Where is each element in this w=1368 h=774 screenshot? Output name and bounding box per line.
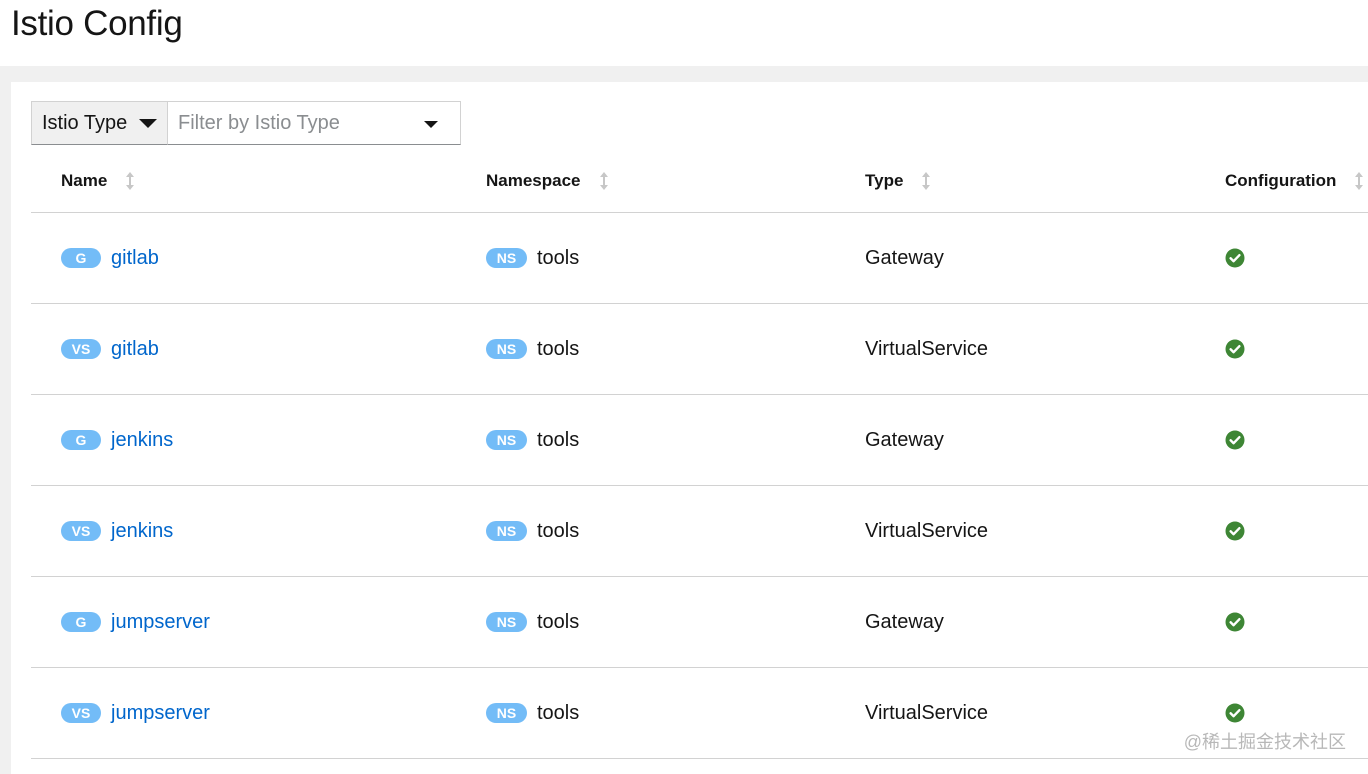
- type-cell: VirtualService: [865, 486, 988, 576]
- page-title: Istio Config: [11, 4, 183, 43]
- column-header-namespace-label: Namespace: [486, 171, 581, 190]
- namespace-badge: NS: [486, 430, 527, 450]
- column-header-type-label: Type: [865, 171, 904, 190]
- config-name-link[interactable]: gitlab: [111, 338, 159, 361]
- namespace-text: tools: [537, 610, 580, 633]
- resource-type-badge: G: [61, 430, 101, 450]
- column-header-name[interactable]: Name: [61, 171, 135, 191]
- configuration-cell: [1225, 486, 1245, 576]
- name-cell: VS jenkins: [61, 486, 173, 576]
- type-text: Gateway: [865, 428, 944, 451]
- namespace-text: tools: [537, 337, 580, 360]
- config-name-link[interactable]: jenkins: [111, 429, 173, 452]
- page-header: Istio Config: [0, 0, 1368, 66]
- namespace-badge: NS: [486, 248, 527, 268]
- filter-type-select[interactable]: Istio Type: [31, 101, 168, 145]
- type-text: Gateway: [865, 246, 944, 269]
- name-cell: Gjenkins: [61, 395, 173, 485]
- table-row: Ggitlab NS tools Gateway: [31, 213, 1368, 304]
- resource-type-badge: VS: [61, 339, 101, 359]
- type-text: VirtualService: [865, 337, 989, 360]
- name-cell: VS jumpserver: [61, 668, 210, 758]
- type-cell: VirtualService: [865, 304, 988, 394]
- name-cell: Gjumpserver: [61, 577, 210, 667]
- resource-type-badge: G: [61, 612, 101, 632]
- configuration-cell: [1225, 304, 1245, 394]
- sort-icon[interactable]: [125, 172, 135, 190]
- name-cell: VS gitlab: [61, 304, 159, 394]
- column-header-type[interactable]: Type: [865, 171, 931, 191]
- namespace-cell: NS tools: [486, 577, 579, 667]
- table-row: Gjenkins NS tools Gateway: [31, 395, 1368, 486]
- namespace-cell: NS tools: [486, 304, 579, 394]
- namespace-text: tools: [537, 246, 580, 269]
- config-name-link[interactable]: gitlab: [111, 247, 159, 270]
- istio-type-filter-input[interactable]: Filter by Istio Type: [168, 101, 461, 145]
- istio-type-filter-placeholder: Filter by Istio Type: [178, 111, 340, 134]
- config-list-card: Istio Type Filter by Istio Type Name Nam…: [11, 82, 1368, 774]
- type-cell: Gateway: [865, 213, 944, 303]
- namespace-cell: NS tools: [486, 668, 579, 758]
- type-text: VirtualService: [865, 701, 989, 724]
- check-circle-icon[interactable]: [1225, 248, 1245, 268]
- type-cell: Gateway: [865, 577, 944, 667]
- type-text: VirtualService: [865, 519, 989, 542]
- check-circle-icon[interactable]: [1225, 703, 1245, 723]
- config-name-link[interactable]: jumpserver: [111, 611, 210, 634]
- type-text: Gateway: [865, 610, 944, 633]
- caret-down-icon: [139, 118, 158, 128]
- namespace-text: tools: [537, 701, 580, 724]
- resource-type-badge: G: [61, 248, 101, 268]
- namespace-text: tools: [537, 428, 580, 451]
- type-cell: Gateway: [865, 395, 944, 485]
- namespace-cell: NS tools: [486, 486, 579, 576]
- table-row: VS jumpserver NS tools VirtualService: [31, 668, 1368, 759]
- check-circle-icon[interactable]: [1225, 430, 1245, 450]
- namespace-text: tools: [537, 519, 580, 542]
- filter-type-select-label: Istio Type: [42, 111, 128, 134]
- table-row: VS gitlab NS tools VirtualService: [31, 304, 1368, 395]
- sort-icon[interactable]: [921, 172, 931, 190]
- configuration-cell: [1225, 577, 1245, 667]
- column-header-name-label: Name: [61, 171, 108, 190]
- sort-icon[interactable]: [1354, 172, 1364, 190]
- resource-type-badge: VS: [61, 703, 101, 723]
- filter-toolbar: Istio Type Filter by Istio Type: [31, 101, 461, 145]
- namespace-badge: NS: [486, 339, 527, 359]
- caret-down-icon[interactable]: [424, 121, 438, 128]
- table-row: Gjumpserver NS tools Gateway: [31, 577, 1368, 668]
- column-header-namespace[interactable]: Namespace: [486, 171, 609, 191]
- sort-icon[interactable]: [599, 172, 609, 190]
- configuration-cell: [1225, 395, 1245, 485]
- configuration-cell: [1225, 213, 1245, 303]
- check-circle-icon[interactable]: [1225, 339, 1245, 359]
- config-name-link[interactable]: jumpserver: [111, 702, 210, 725]
- namespace-cell: NS tools: [486, 213, 579, 303]
- watermark: @稀土掘金技术社区: [1183, 732, 1346, 752]
- name-cell: Ggitlab: [61, 213, 159, 303]
- namespace-cell: NS tools: [486, 395, 579, 485]
- column-header-configuration[interactable]: Configuration: [1225, 171, 1364, 191]
- check-circle-icon[interactable]: [1225, 521, 1245, 541]
- config-name-link[interactable]: jenkins: [111, 520, 173, 543]
- namespace-badge: NS: [486, 703, 527, 723]
- resource-type-badge: VS: [61, 521, 101, 541]
- column-header-configuration-label: Configuration: [1225, 171, 1337, 190]
- namespace-badge: NS: [486, 521, 527, 541]
- namespace-badge: NS: [486, 612, 527, 632]
- type-cell: VirtualService: [865, 668, 988, 758]
- table-row: VS jenkins NS tools VirtualService: [31, 486, 1368, 577]
- check-circle-icon[interactable]: [1225, 612, 1245, 632]
